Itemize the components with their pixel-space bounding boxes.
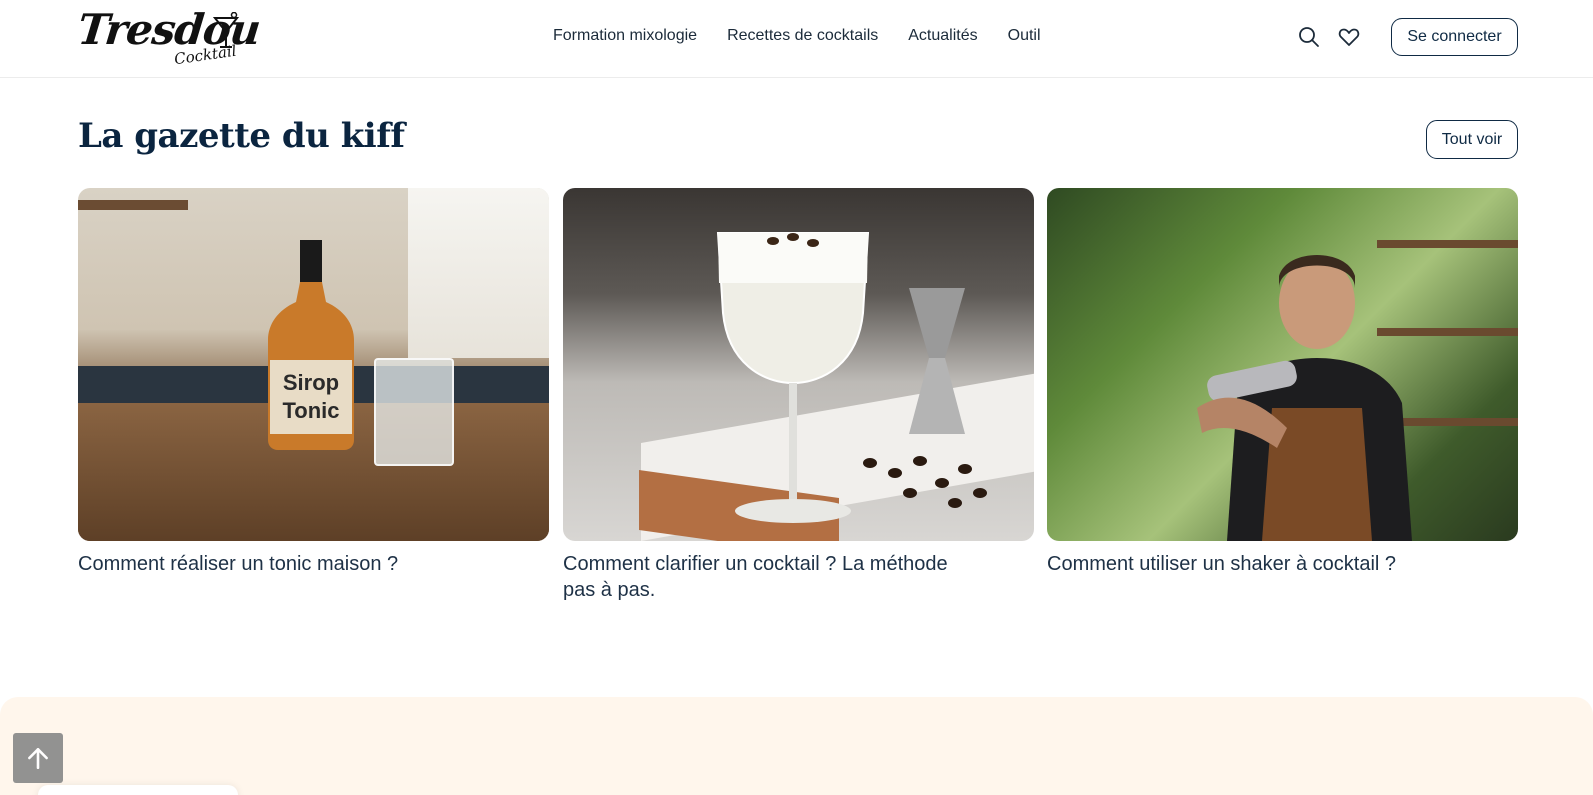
article-card-shaker[interactable]: Comment utiliser un shaker à cocktail ? (1047, 188, 1518, 577)
shelf-shape (78, 200, 188, 210)
coffee-bean-shape (958, 464, 972, 474)
article-card-clarify[interactable]: Comment clarifier un cocktail ? La métho… (563, 188, 1034, 603)
nav-formation-mixologie[interactable]: Formation mixologie (553, 26, 697, 46)
heart-icon[interactable] (1337, 25, 1361, 49)
coffee-bean-shape (948, 498, 962, 508)
site-logo[interactable]: Tresdou Cocktail (75, 5, 262, 68)
window-shape (408, 188, 549, 358)
bartender-illustration (1197, 255, 1412, 541)
coffee-bean-shape (863, 458, 877, 468)
section-title: La gazette du kiff (78, 116, 405, 156)
site-header: Tresdou Cocktail Formation mixologie Rec… (0, 0, 1593, 78)
coffee-bean-shape (913, 456, 927, 466)
tonic-glass-shape (374, 358, 454, 466)
coffee-bean-shape (935, 478, 949, 488)
article-image-shaker[interactable] (1047, 188, 1518, 541)
bottle-label-line2: Tonic (282, 398, 339, 423)
arrow-up-icon (28, 748, 48, 770)
coupe-glass-illustration (716, 232, 870, 523)
jigger-illustration (909, 288, 965, 434)
cocktail-glass-icon (213, 12, 239, 48)
search-icon[interactable] (1297, 25, 1321, 49)
coffee-bean-shape (973, 488, 987, 498)
article-title[interactable]: Comment utiliser un shaker à cocktail ? (1047, 551, 1447, 577)
bottle-label-line1: Sirop (283, 370, 339, 395)
footer-band (0, 697, 1593, 795)
article-image-tonic[interactable]: Sirop Tonic (78, 188, 549, 541)
coffee-bean-shape (888, 468, 902, 478)
see-all-button[interactable]: Tout voir (1426, 120, 1518, 159)
coffee-bean-shape (903, 488, 917, 498)
login-button[interactable]: Se connecter (1391, 18, 1518, 56)
article-title[interactable]: Comment réaliser un tonic maison ? (78, 551, 478, 577)
article-title[interactable]: Comment clarifier un cocktail ? La métho… (563, 551, 963, 603)
syrup-bottle-illustration: Sirop Tonic (268, 240, 354, 450)
nav-actualites[interactable]: Actualités (908, 26, 977, 46)
scroll-to-top-button[interactable] (13, 733, 63, 783)
article-card-tonic[interactable]: Sirop Tonic Comment réaliser un tonic ma… (78, 188, 549, 577)
nav-outil[interactable]: Outil (1008, 26, 1041, 46)
nav-recettes-cocktails[interactable]: Recettes de cocktails (727, 26, 878, 46)
main-nav: Formation mixologie Recettes de cocktail… (553, 26, 1041, 46)
article-image-clarify[interactable] (563, 188, 1034, 541)
band-card-partial (38, 785, 238, 795)
